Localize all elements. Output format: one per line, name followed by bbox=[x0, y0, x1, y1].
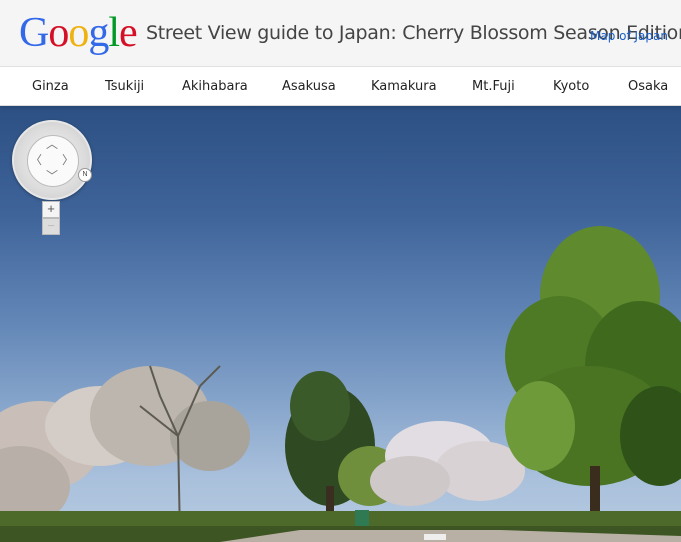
compass-icon[interactable]: N bbox=[78, 168, 92, 182]
nav-item-asakusa[interactable]: Asakusa bbox=[282, 79, 336, 94]
logo-letter-e: e bbox=[119, 10, 138, 56]
pan-down-icon[interactable]: ﹀ bbox=[45, 169, 59, 183]
logo-letter-l: l bbox=[108, 10, 120, 56]
white-sign bbox=[424, 534, 446, 540]
large-green-tree-right bbox=[505, 226, 681, 536]
map-of-japan-link[interactable]: Map of Japan bbox=[590, 29, 668, 43]
nav-item-osaka[interactable]: Osaka bbox=[628, 79, 668, 94]
nav-item-kyoto[interactable]: Kyoto bbox=[553, 79, 589, 94]
cherry-blossom-trees-center bbox=[370, 421, 525, 506]
zoom-control: + − bbox=[42, 201, 60, 235]
nav-item-ginza[interactable]: Ginza bbox=[32, 79, 69, 94]
cherry-blossom-trees-left bbox=[0, 366, 250, 526]
green-sign bbox=[355, 510, 369, 526]
street-view-scene bbox=[0, 226, 681, 542]
nav-item-mt-fuji[interactable]: Mt.Fuji bbox=[472, 79, 515, 94]
location-nav: Ginza Tsukiji Akihabara Asakusa Kamakura… bbox=[0, 67, 681, 106]
logo-letter-o1: o bbox=[48, 10, 69, 56]
pan-right-icon[interactable]: 〉 bbox=[61, 153, 75, 167]
street-view-panorama[interactable] bbox=[0, 106, 681, 542]
zoom-out-button[interactable]: − bbox=[42, 218, 60, 235]
logo-letter-g2: g bbox=[88, 10, 109, 56]
nav-item-akihabara[interactable]: Akihabara bbox=[182, 79, 248, 94]
nav-item-kamakura[interactable]: Kamakura bbox=[371, 79, 437, 94]
logo-letter-g: G bbox=[19, 10, 49, 56]
pan-control[interactable]: ︿ ﹀ 〈 〉 N bbox=[12, 120, 92, 200]
pan-up-icon[interactable]: ︿ bbox=[45, 137, 59, 151]
logo-letter-o2: o bbox=[68, 10, 89, 56]
google-logo[interactable]: Google bbox=[19, 10, 138, 56]
zoom-in-button[interactable]: + bbox=[42, 201, 60, 218]
pan-left-icon[interactable]: 〈 bbox=[29, 153, 43, 167]
nav-item-tsukiji[interactable]: Tsukiji bbox=[105, 79, 144, 94]
header: Google Street View guide to Japan: Cherr… bbox=[0, 0, 681, 67]
